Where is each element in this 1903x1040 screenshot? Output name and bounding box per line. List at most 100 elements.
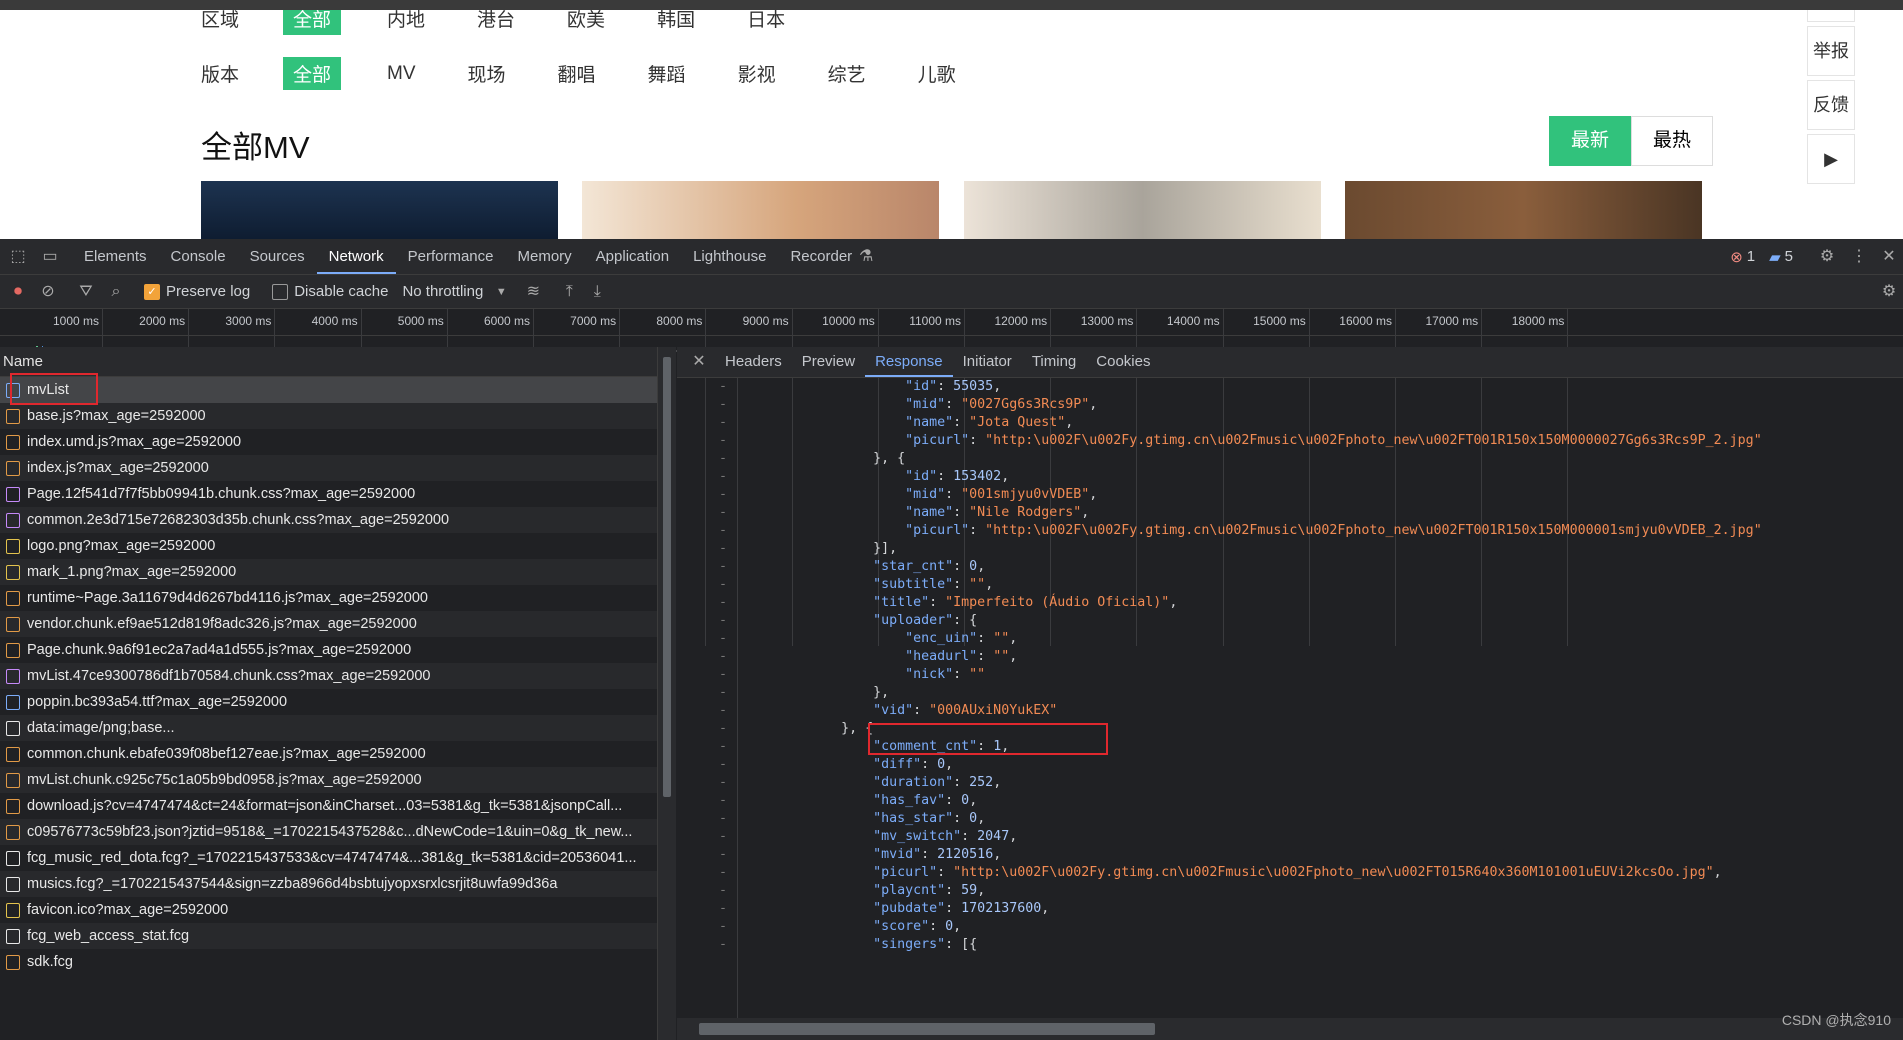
side-tool-top[interactable]: [1807, 10, 1855, 22]
fold-marker[interactable]: -: [677, 882, 737, 900]
tab-application[interactable]: Application: [584, 239, 681, 274]
fold-marker[interactable]: -: [677, 918, 737, 936]
fold-marker[interactable]: -: [677, 666, 737, 684]
tab-headers[interactable]: Headers: [715, 347, 792, 377]
fold-marker[interactable]: -: [677, 846, 737, 864]
version-option[interactable]: 舞蹈: [642, 57, 692, 90]
import-har-icon[interactable]: ⤒: [559, 282, 579, 302]
tab-recorder[interactable]: Recorder: [778, 239, 864, 274]
filter-icon[interactable]: ⛛: [76, 282, 96, 302]
network-conditions-icon[interactable]: ≋: [523, 282, 543, 302]
request-row[interactable]: mvList.chunk.c925c75c1a05b9bd0958.js?max…: [0, 767, 657, 793]
region-option[interactable]: 港台: [471, 10, 521, 35]
play-button[interactable]: ▶: [1807, 134, 1855, 184]
request-row[interactable]: common.chunk.ebafe039f08bef127eae.js?max…: [0, 741, 657, 767]
region-option[interactable]: 内地: [381, 10, 431, 35]
version-option-all[interactable]: 全部: [283, 57, 342, 90]
version-option[interactable]: 综艺: [822, 57, 872, 90]
request-row[interactable]: musics.fcg?_=1702215437544&sign=zzba8966…: [0, 871, 657, 897]
region-option[interactable]: 欧美: [561, 10, 611, 35]
message-count[interactable]: 5: [1785, 248, 1793, 265]
request-row[interactable]: c09576773c59bf23.json?jztid=9518&_=17022…: [0, 819, 657, 845]
request-row[interactable]: vendor.chunk.ef9ae512d819f8adc326.js?max…: [0, 611, 657, 637]
request-row[interactable]: index.js?max_age=2592000: [0, 455, 657, 481]
region-option-all[interactable]: 全部: [283, 10, 342, 35]
tab-elements[interactable]: Elements: [72, 239, 159, 274]
fold-marker[interactable]: -: [677, 810, 737, 828]
tab-console[interactable]: Console: [159, 239, 238, 274]
request-row[interactable]: fcg_music_red_dota.fcg?_=1702215437533&c…: [0, 845, 657, 871]
request-row[interactable]: poppin.bc393a54.ttf?max_age=2592000: [0, 689, 657, 715]
close-devtools-icon[interactable]: ✕: [1879, 247, 1899, 267]
fold-marker[interactable]: -: [677, 756, 737, 774]
mv-thumbnail[interactable]: [201, 181, 558, 239]
fold-marker[interactable]: -: [677, 414, 737, 432]
fold-marker[interactable]: -: [677, 540, 737, 558]
mv-thumbnail[interactable]: [964, 181, 1321, 239]
fold-marker[interactable]: -: [677, 900, 737, 918]
fold-marker[interactable]: -: [677, 630, 737, 648]
clear-icon[interactable]: ⊘: [38, 282, 58, 302]
inspect-element-icon[interactable]: ⬚: [8, 247, 28, 267]
request-row[interactable]: mark_1.png?max_age=2592000: [0, 559, 657, 585]
device-toolbar-icon[interactable]: ▭: [40, 247, 60, 267]
fold-marker[interactable]: -: [677, 450, 737, 468]
search-icon[interactable]: ⌕: [106, 282, 126, 302]
network-settings-icon[interactable]: ⚙: [1879, 282, 1899, 302]
settings-gear-icon[interactable]: ⚙: [1817, 247, 1837, 267]
fold-marker[interactable]: -: [677, 612, 737, 630]
preserve-log-checkbox[interactable]: ✓ Preserve log: [144, 283, 250, 301]
fold-marker[interactable]: -: [677, 558, 737, 576]
request-row[interactable]: Page.12f541d7f7f5bb09941b.chunk.css?max_…: [0, 481, 657, 507]
chevron-down-icon[interactable]: ▼: [491, 282, 511, 302]
tab-lighthouse[interactable]: Lighthouse: [681, 239, 778, 274]
fold-marker[interactable]: -: [677, 702, 737, 720]
fold-marker[interactable]: -: [677, 684, 737, 702]
fold-marker[interactable]: -: [677, 936, 737, 954]
request-row[interactable]: Page.chunk.9a6f91ec2a7ad4a1d555.js?max_a…: [0, 637, 657, 663]
mv-thumbnail[interactable]: [1345, 181, 1702, 239]
tab-initiator[interactable]: Initiator: [953, 347, 1022, 377]
message-icon[interactable]: ▰: [1769, 248, 1781, 266]
mv-thumbnail[interactable]: [582, 181, 939, 239]
tab-sources[interactable]: Sources: [238, 239, 317, 274]
fold-marker[interactable]: -: [677, 648, 737, 666]
request-row[interactable]: logo.png?max_age=2592000: [0, 533, 657, 559]
fold-marker[interactable]: -: [677, 486, 737, 504]
request-row[interactable]: base.js?max_age=2592000: [0, 403, 657, 429]
fold-marker[interactable]: -: [677, 792, 737, 810]
response-body[interactable]: -------------------------------- "id": 5…: [677, 378, 1903, 1018]
close-detail-icon[interactable]: ✕: [689, 352, 709, 372]
scrollbar-thumb[interactable]: [699, 1023, 1155, 1035]
request-row[interactable]: data:image/png;base...: [0, 715, 657, 741]
version-option[interactable]: 翻唱: [552, 57, 602, 90]
version-option[interactable]: 现场: [462, 57, 512, 90]
tab-cookies[interactable]: Cookies: [1086, 347, 1160, 377]
request-row[interactable]: mvList.47ce9300786df1b70584.chunk.css?ma…: [0, 663, 657, 689]
export-har-icon[interactable]: ⤓: [587, 282, 607, 302]
response-hscrollbar[interactable]: [677, 1018, 1903, 1040]
request-row[interactable]: sdk.fcg: [0, 949, 657, 975]
fold-marker[interactable]: -: [677, 468, 737, 486]
request-row[interactable]: runtime~Page.3a11679d4d6267bd4116.js?max…: [0, 585, 657, 611]
fold-marker[interactable]: -: [677, 522, 737, 540]
more-menu-icon[interactable]: ⋮: [1849, 247, 1869, 267]
feedback-button[interactable]: 反馈: [1807, 80, 1855, 130]
throttling-select[interactable]: No throttling: [402, 283, 483, 300]
disable-cache-checkbox[interactable]: Disable cache: [272, 283, 388, 301]
request-list-scrollbar[interactable]: [658, 347, 676, 1040]
tab-response[interactable]: Response: [865, 347, 953, 377]
fold-marker[interactable]: -: [677, 594, 737, 612]
request-row[interactable]: index.umd.js?max_age=2592000: [0, 429, 657, 455]
fold-marker[interactable]: -: [677, 774, 737, 792]
scrollbar-thumb[interactable]: [663, 357, 671, 797]
tab-preview[interactable]: Preview: [792, 347, 865, 377]
error-icon[interactable]: ⊗: [1730, 248, 1743, 266]
region-option[interactable]: 日本: [741, 10, 791, 35]
report-button[interactable]: 举报: [1807, 26, 1855, 76]
sort-hot-button[interactable]: 最热: [1631, 116, 1713, 166]
request-row[interactable]: favicon.ico?max_age=2592000: [0, 897, 657, 923]
request-row[interactable]: common.2e3d715e72682303d35b.chunk.css?ma…: [0, 507, 657, 533]
fold-marker[interactable]: -: [677, 738, 737, 756]
fold-marker[interactable]: -: [677, 720, 737, 738]
